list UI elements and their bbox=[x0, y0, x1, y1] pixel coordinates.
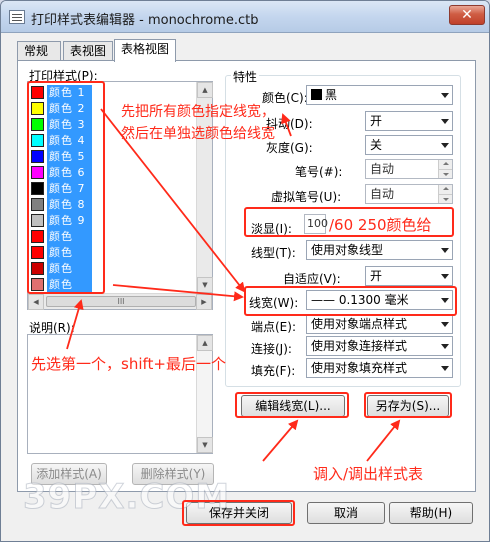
spin-down-icon[interactable] bbox=[438, 169, 452, 178]
fillstyle-value: 使用对象填充样式 bbox=[311, 361, 408, 375]
spin-down-icon[interactable] bbox=[438, 194, 452, 203]
cancel-button[interactable]: 取消 bbox=[307, 502, 385, 524]
annotation-text-import: 调入/调出样式表 bbox=[313, 465, 424, 483]
annotation-text-select: 先选第一个，shift+最后一个 bbox=[31, 355, 226, 373]
chevron-down-icon bbox=[441, 322, 449, 327]
scroll-down-arrow-icon[interactable]: ▼ bbox=[197, 277, 213, 293]
linetype-select[interactable]: 使用对象线型 bbox=[306, 240, 453, 260]
virtual-pen-spinner[interactable]: 自动 bbox=[365, 184, 453, 204]
black-swatch-icon bbox=[311, 89, 322, 100]
chevron-down-icon bbox=[441, 274, 449, 279]
spin-up-icon[interactable] bbox=[438, 160, 452, 169]
title-bar[interactable]: 打印样式表编辑器 - monochrome.ctb ✕ bbox=[1, 1, 489, 33]
scroll-up-arrow-icon: ▲ bbox=[197, 335, 213, 351]
tab-table-view[interactable]: 表视图 bbox=[63, 41, 113, 61]
chevron-down-icon bbox=[441, 119, 449, 124]
scroll-up-arrow-icon[interactable]: ▲ bbox=[197, 82, 213, 98]
properties-header: 特性 bbox=[231, 68, 260, 85]
dialog-window: 打印样式表编辑器 - monochrome.ctb ✕ 常规 表视图 表格视图 … bbox=[0, 0, 490, 542]
chevron-down-icon bbox=[441, 143, 449, 148]
chevron-down-icon bbox=[441, 248, 449, 253]
hscroll-thumb[interactable]: III bbox=[46, 296, 196, 307]
grayscale-value: 关 bbox=[370, 138, 383, 152]
joinstyle-value: 使用对象连接样式 bbox=[311, 339, 408, 353]
fillstyle-select[interactable]: 使用对象填充样式 bbox=[306, 358, 453, 378]
app-icon bbox=[9, 10, 25, 24]
dither-value: 开 bbox=[370, 114, 383, 128]
scroll-down-arrow-icon: ▼ bbox=[197, 437, 213, 453]
pen-number-value: 自动 bbox=[370, 162, 395, 176]
pen-number-spinner[interactable]: 自动 bbox=[365, 159, 453, 179]
adaptive-select[interactable]: 开 bbox=[365, 266, 453, 286]
annotation-box-styles bbox=[27, 81, 105, 294]
close-button[interactable]: ✕ bbox=[449, 5, 485, 25]
spin-up-icon[interactable] bbox=[438, 185, 452, 194]
color-value: 黑 bbox=[325, 88, 338, 102]
grayscale-select[interactable]: 关 bbox=[365, 135, 453, 155]
joinstyle-select[interactable]: 使用对象连接样式 bbox=[306, 336, 453, 356]
annotation-text-top: 先把所有颜色指定线宽， 然后在单独选颜色给线宽 bbox=[121, 104, 275, 142]
annotation-box-save-close bbox=[182, 500, 295, 526]
fillstyle-label: 填充(F): bbox=[251, 364, 296, 378]
endstyle-select[interactable]: 使用对象端点样式 bbox=[306, 314, 453, 334]
adaptive-value: 开 bbox=[370, 269, 383, 283]
pen-number-label: 笔号(#): bbox=[295, 165, 343, 179]
help-button[interactable]: 帮助(H) bbox=[389, 502, 473, 524]
scroll-left-arrow-icon[interactable]: ◀ bbox=[28, 294, 44, 310]
window-title: 打印样式表编辑器 - monochrome.ctb bbox=[31, 13, 259, 28]
chevron-down-icon bbox=[441, 93, 449, 98]
virtual-pen-value: 自动 bbox=[370, 187, 395, 201]
scroll-right-arrow-icon[interactable]: ▶ bbox=[196, 294, 212, 310]
color-select[interactable]: 黑 bbox=[306, 85, 453, 105]
annotation-box-lineweight bbox=[244, 286, 457, 316]
linetype-value: 使用对象线型 bbox=[311, 243, 384, 257]
tab-general[interactable]: 常规 bbox=[17, 41, 61, 61]
dither-select[interactable]: 开 bbox=[365, 111, 453, 131]
annotation-text-screening: /60 250颜色给 bbox=[329, 216, 432, 234]
virtual-pen-label: 虚拟笔号(U): bbox=[271, 190, 342, 204]
annotation-box-save-as bbox=[364, 392, 452, 418]
endstyle-value: 使用对象端点样式 bbox=[311, 317, 408, 331]
chevron-down-icon bbox=[441, 366, 449, 371]
styles-hscroll[interactable]: ◀ III ▶ bbox=[28, 293, 212, 310]
chevron-down-icon bbox=[441, 344, 449, 349]
description-textarea[interactable]: ▲ ▼ bbox=[27, 334, 213, 454]
annotation-box-edit-lineweights bbox=[235, 392, 349, 418]
linetype-label: 线型(T): bbox=[251, 246, 296, 260]
endstyle-label: 端点(E): bbox=[251, 320, 296, 334]
tab-form-view[interactable]: 表格视图 bbox=[114, 39, 176, 62]
adaptive-label: 自适应(V): bbox=[283, 272, 341, 286]
joinstyle-label: 连接(J): bbox=[251, 342, 292, 356]
